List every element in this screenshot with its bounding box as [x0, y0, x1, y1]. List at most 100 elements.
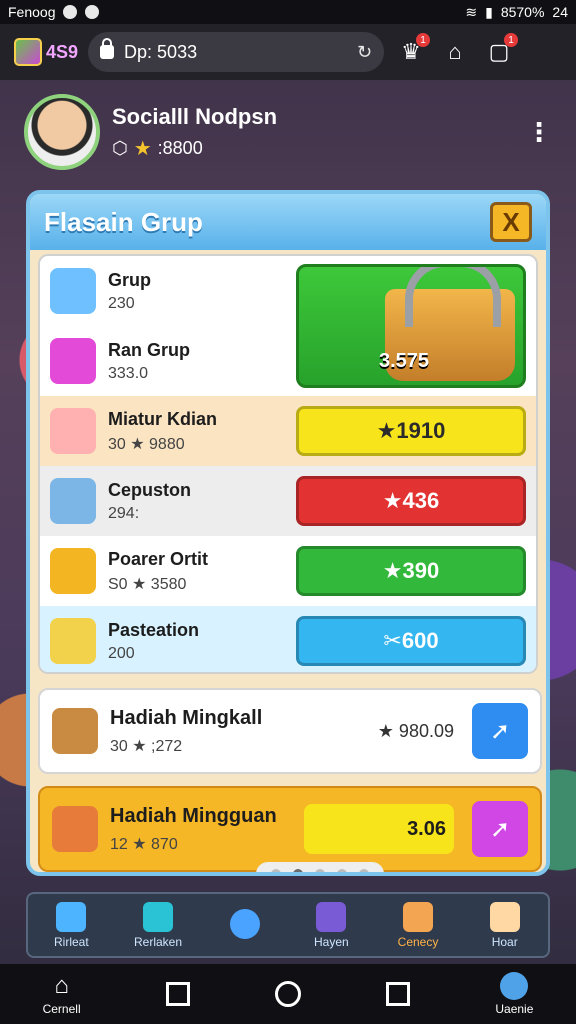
list-item[interactable]: Grup 230	[40, 256, 536, 326]
row-meta: 333.0	[108, 364, 149, 382]
list-item[interactable]: Ran Grup 333.0	[40, 326, 536, 396]
card-value: 3.06	[304, 804, 454, 854]
gift-count: 4S9	[46, 41, 79, 62]
gift-icon	[52, 806, 98, 852]
list-item[interactable]: Miatur Kdian 30 ★ 9880 ★1910	[40, 396, 536, 466]
square-icon	[386, 982, 411, 1006]
ticket-icon	[50, 618, 96, 664]
dialog-title: Flasain Grup	[44, 206, 203, 237]
tab-rewards[interactable]: Rerlaken	[115, 894, 202, 956]
camera-icon: ⌂	[448, 39, 462, 64]
nav-home-button[interactable]: ⌂ Cernell	[43, 972, 81, 1016]
status-bar: Fenoog ≋ ▮ 8570% 24	[0, 0, 576, 24]
pager-dot[interactable]	[359, 869, 369, 872]
crown-button[interactable]: ♛ 1	[394, 33, 431, 69]
pager-dot[interactable]	[293, 869, 303, 872]
profile-name: Socialll Nodpsn	[112, 103, 278, 129]
group-list: 3.575 Grup 230 Ran Grup 333.0 Miatur Kdi…	[38, 254, 538, 674]
book-icon	[143, 901, 173, 932]
tab-home[interactable]: Rirleat	[28, 894, 115, 956]
nav-profile-button[interactable]: Uaenie	[495, 972, 533, 1016]
group-icon	[50, 268, 96, 314]
tab-label: Hoar	[491, 934, 518, 949]
list-item[interactable]: Poarer Ortit S0 ★ 3580 ★390	[40, 536, 536, 606]
more-menu-icon[interactable]: ⋮	[526, 117, 552, 148]
card-value: ★ 980.09	[377, 720, 454, 741]
tab-label: Rerlaken	[133, 934, 183, 949]
photo-icon	[316, 901, 347, 932]
tab-player[interactable]: Hayen	[288, 894, 375, 956]
row-meta: 30 ★ 9880	[108, 435, 185, 453]
stack-icon	[56, 901, 87, 932]
square-icon	[165, 982, 190, 1006]
row-name: Miatur Kdian	[108, 408, 218, 429]
wifi-icon: ≋	[465, 3, 478, 20]
card-title: Hadiah Mingguan	[110, 804, 277, 827]
map-pin-icon	[229, 908, 260, 939]
tab-map[interactable]	[201, 894, 288, 956]
camera-button[interactable]: ⌂	[438, 35, 472, 69]
status-left: Fenoog	[8, 4, 56, 20]
refresh-icon[interactable]: ↻	[357, 42, 372, 63]
row-meta: 230	[108, 294, 135, 312]
notification-icon	[63, 5, 78, 19]
tab-community[interactable]: Cenecy	[375, 894, 462, 956]
row-meta: 294:	[108, 504, 140, 522]
chest-icon	[403, 901, 434, 932]
nav-overview-button[interactable]	[386, 982, 411, 1006]
row-meta: 200	[108, 644, 135, 662]
tab-label: Rirleat	[53, 934, 89, 949]
pager-dot[interactable]	[271, 869, 281, 872]
join-button[interactable]: ★1910	[296, 406, 526, 456]
pager[interactable]	[256, 862, 384, 872]
battery-text: 8570%	[500, 4, 545, 20]
group-dialog: Flasain Grup X 3.575 Grup 230 Ran Grup 3…	[26, 190, 550, 876]
badge: 1	[416, 33, 431, 47]
time-text: 24	[552, 4, 568, 20]
box-icon	[50, 478, 96, 524]
profile-score: :8800	[157, 137, 203, 158]
tab-label: Hayen	[314, 934, 349, 949]
gift-chip[interactable]: 4S9	[14, 38, 78, 66]
signal-icon: ▮	[485, 3, 493, 20]
profile-icon	[500, 972, 529, 1000]
bottom-tabs: Rirleat Rerlaken Hayen Cenecy Hoar	[26, 892, 550, 958]
card-meta: 30 ★ ;272	[110, 737, 183, 755]
row-name: Poarer Ortit	[108, 548, 209, 569]
sync-icon	[85, 5, 100, 19]
card-meta: 12 ★ 870	[110, 835, 178, 853]
row-name: Ran Grup	[108, 339, 191, 360]
home-icon: ⌂	[54, 972, 69, 999]
close-button[interactable]: X	[490, 202, 532, 242]
url-text: Dp: 5033	[124, 41, 198, 62]
join-button[interactable]: ✂600	[296, 616, 526, 666]
tab-profile[interactable]: Hoar	[461, 894, 548, 956]
profile-score-row: ⬡ ★ :8800	[112, 136, 277, 161]
avatar[interactable]	[24, 94, 100, 170]
share-button[interactable]: ➚	[472, 801, 528, 857]
row-meta: S0 ★ 3580	[108, 575, 187, 593]
coins-icon	[50, 548, 96, 594]
badge: 1	[504, 33, 519, 47]
circle-icon	[274, 981, 301, 1007]
nav-label: Cernell	[42, 1002, 81, 1016]
tabs-button[interactable]: ▢ 1	[482, 33, 519, 69]
nav-home-circle[interactable]	[274, 981, 301, 1007]
avatar-icon	[50, 408, 96, 454]
list-item[interactable]: Cepuston 294: ★436	[40, 466, 536, 536]
browser-top-bar: 4S9 Dp: 5033 ↻ ♛ 1 ⌂ ▢ 1	[0, 24, 576, 80]
list-item[interactable]: Pasteation 200 ✂600	[40, 606, 536, 672]
url-field[interactable]: Dp: 5033 ↻	[88, 32, 385, 72]
pager-dot[interactable]	[337, 869, 347, 872]
nav-label: Uaenie	[495, 1002, 534, 1016]
reward-card-2[interactable]: Hadiah Mingguan 12 ★ 870 3.06 ➚	[38, 786, 542, 872]
dialog-header: Flasain Grup X	[30, 194, 546, 250]
join-button[interactable]: ★436	[296, 476, 526, 526]
join-button[interactable]: ★390	[296, 546, 526, 596]
gift-icon	[14, 38, 42, 66]
nav-square-button[interactable]	[165, 982, 190, 1006]
share-button[interactable]: ➚	[472, 703, 528, 759]
shield-icon: ⬡	[112, 137, 128, 158]
pager-dot[interactable]	[315, 869, 325, 872]
reward-card-1[interactable]: Hadiah Mingkall 30 ★ ;272 ★ 980.09 ➚	[38, 688, 542, 774]
